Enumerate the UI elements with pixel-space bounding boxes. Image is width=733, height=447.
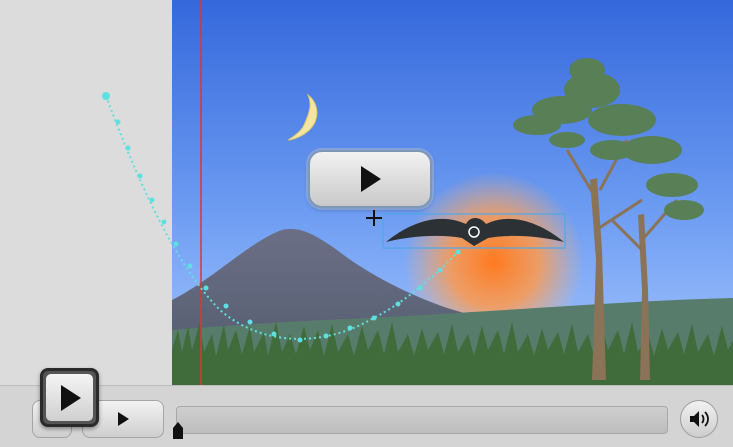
speaker-icon (690, 411, 709, 427)
floating-play-button[interactable] (40, 368, 99, 427)
play-icon (60, 384, 81, 411)
scene-artwork (172, 0, 733, 385)
play-icon (118, 412, 129, 426)
floating-play-button-face (46, 374, 93, 421)
pasteboard-area (0, 0, 172, 385)
overlay-play-button[interactable] (308, 150, 432, 208)
scene-canvas[interactable] (172, 0, 733, 385)
seek-bar-track[interactable] (176, 406, 668, 434)
seek-handle[interactable] (171, 420, 185, 440)
volume-button[interactable] (680, 400, 718, 438)
editor-stage (0, 0, 733, 447)
play-icon (361, 166, 381, 192)
